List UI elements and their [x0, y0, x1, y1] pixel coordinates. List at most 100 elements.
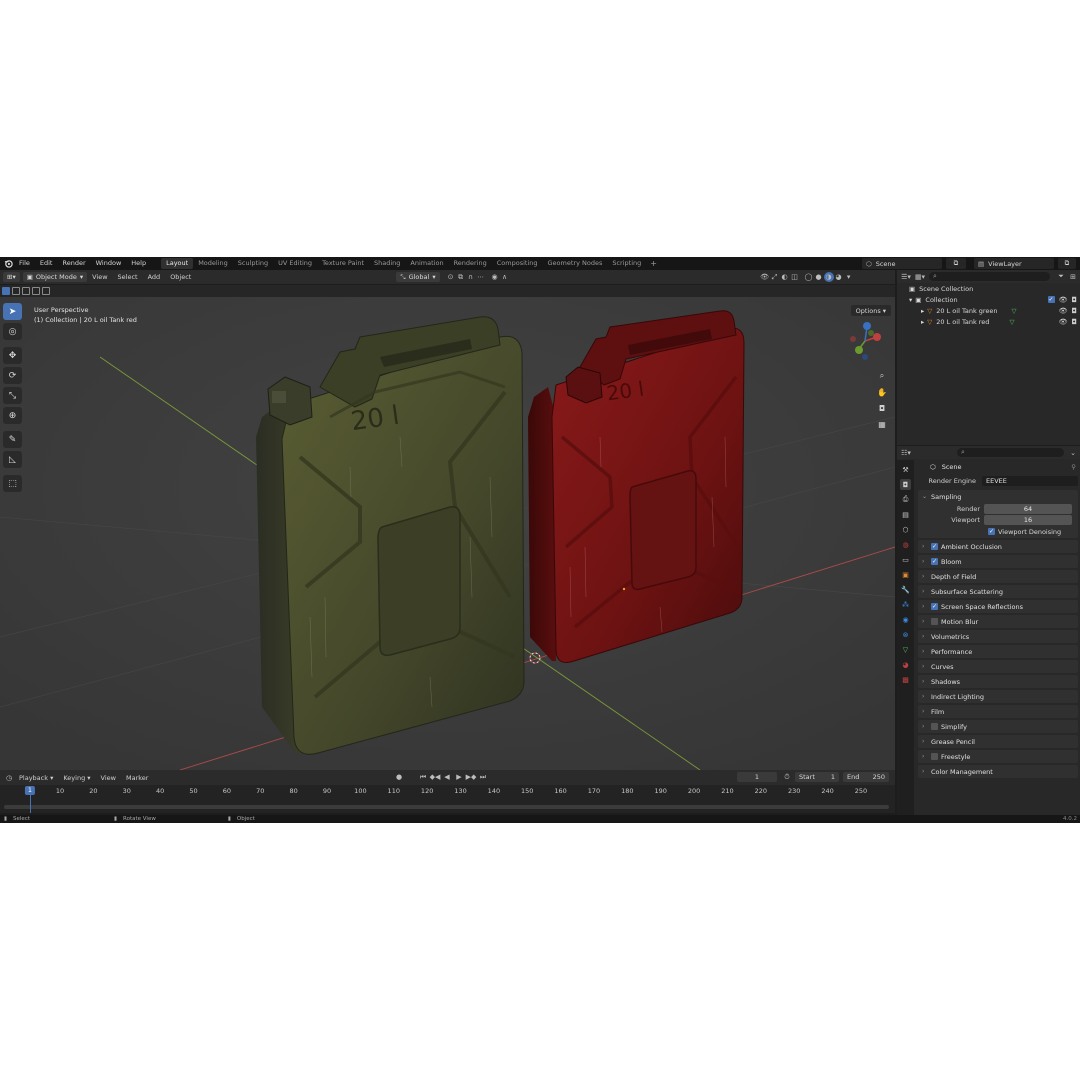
play-icon[interactable]: ▶ [454, 772, 464, 782]
navigation-gizmo[interactable] [843, 319, 887, 363]
screen-space-reflections-panel-header[interactable]: › ✓ Screen Space Reflections [918, 600, 1078, 613]
texture-tab-icon[interactable]: ▩ [900, 674, 911, 685]
record-icon[interactable]: ● [394, 772, 404, 782]
end-frame-field[interactable]: End 250 [843, 772, 889, 782]
menu-timeline-view[interactable]: View [96, 774, 121, 782]
film-panel-header[interactable]: › Film [918, 705, 1078, 718]
shading-material-icon[interactable]: ◑ [823, 272, 834, 282]
outliner-item-green-tank[interactable]: ▸ ▽ 20 L oil Tank green ▽ 👁 ◘ [897, 305, 1080, 316]
outliner-editor-icon[interactable]: ☰▾ [901, 272, 911, 282]
collection-checkbox[interactable]: ✓ [1047, 295, 1055, 303]
zoom-icon[interactable]: ⌕ [875, 369, 889, 383]
measure-tool-button[interactable]: ◺ [3, 451, 22, 468]
scene-collection-row[interactable]: ▣ Scene Collection [897, 283, 1080, 294]
subsurface-scattering-panel-header[interactable]: › Subsurface Scattering [918, 585, 1078, 598]
select-box-mode-icon[interactable] [2, 287, 10, 295]
blender-logo-icon[interactable] [2, 258, 14, 270]
camera-icon[interactable]: ◘ [1071, 307, 1077, 315]
camera-icon[interactable]: ◘ [1071, 296, 1077, 304]
constraints-tab-icon[interactable]: ⊗ [900, 629, 911, 640]
tab-compositing[interactable]: Compositing [492, 258, 543, 269]
eye-icon[interactable]: 👁 [1059, 307, 1068, 315]
xray-toggle-icon[interactable]: ◫ [790, 272, 800, 282]
options-button[interactable]: Options ▾ [850, 305, 891, 316]
scene-tab-icon[interactable]: ⬡ [900, 524, 911, 535]
3d-viewport[interactable]: 20 l 20 l User Perspective (1) Collectio… [0, 297, 895, 770]
next-keyframe-icon[interactable]: ▶◆ [466, 772, 477, 782]
eye-icon[interactable]: 👁 [1059, 318, 1068, 326]
pin-icon[interactable]: ⚲ [1071, 463, 1076, 471]
scale-tool-button[interactable]: ⤡ [3, 387, 22, 404]
screen-space-reflections-checkbox[interactable]: ✓ [931, 603, 938, 610]
select-subtract-icon[interactable] [22, 287, 30, 295]
menu-select[interactable]: Select [113, 273, 143, 281]
transform-orientation-select[interactable]: ⤡ Global ▾ [396, 272, 440, 282]
gizmo-neg-x-icon[interactable] [850, 336, 856, 342]
tab-geometry-nodes[interactable]: Geometry Nodes [543, 258, 608, 269]
tab-uv-editing[interactable]: UV Editing [273, 258, 317, 269]
freestyle-panel-header[interactable]: › Freestyle [918, 750, 1078, 763]
physics-tab-icon[interactable]: ◉ [900, 614, 911, 625]
view-layer-selector[interactable]: ▤ ViewLayer [974, 258, 1054, 269]
tab-scripting[interactable]: Scripting [607, 258, 646, 269]
snap-icon[interactable]: ⧉ [456, 272, 466, 282]
object-tab-icon[interactable]: ▣ [900, 569, 911, 580]
view-layer-tab-icon[interactable]: ▤ [900, 509, 911, 520]
gizmo-z-icon[interactable] [863, 322, 871, 330]
tab-sculpting[interactable]: Sculpting [233, 258, 273, 269]
green-jerry-can[interactable] [256, 316, 525, 755]
tab-rendering[interactable]: Rendering [449, 258, 492, 269]
camera-icon[interactable]: ◘ [1071, 318, 1077, 326]
properties-editor-icon[interactable]: ☷▾ [901, 448, 911, 458]
shading-options-icon[interactable]: ▾ [844, 272, 854, 282]
pivot-point-icon[interactable]: ⊙ [446, 272, 456, 282]
annotate-tool-button[interactable]: ✎ [3, 431, 22, 448]
simplify-panel-header[interactable]: › Simplify [918, 720, 1078, 733]
indirect-lighting-panel-header[interactable]: › Indirect Lighting [918, 690, 1078, 703]
gizmo-toggle-icon[interactable]: ⤢ [770, 272, 780, 282]
freestyle-checkbox[interactable] [931, 753, 938, 760]
timeline-ruler[interactable]: 10 20 30 40 50 60 70 80 90 100 110 120 130 140 150 160 1… [0, 785, 895, 813]
gizmo-neg-y-icon[interactable] [868, 330, 874, 336]
viewport-samples-field[interactable]: 16 [984, 514, 1072, 525]
gizmo-neg-z-icon[interactable] [862, 354, 868, 360]
move-tool-button[interactable]: ✥ [3, 347, 22, 364]
select-tool-button[interactable]: ➤ [3, 303, 22, 320]
eye-icon[interactable]: 👁 [1059, 296, 1068, 304]
menu-help[interactable]: Help [126, 257, 151, 270]
filter-icon[interactable]: ⏷ [1056, 272, 1066, 282]
scene-selector[interactable]: ⬡ Scene [862, 258, 942, 269]
falloff-icon[interactable]: ∧ [500, 272, 510, 282]
sampling-panel-header[interactable]: ⌄ Sampling [918, 490, 1078, 503]
tab-texture-paint[interactable]: Texture Paint [317, 258, 369, 269]
tab-animation[interactable]: Animation [405, 258, 448, 269]
render-tab-icon[interactable]: ◘ [900, 479, 911, 490]
current-frame-field[interactable]: 1 [737, 772, 777, 782]
tab-shading[interactable]: Shading [369, 258, 405, 269]
display-mode-icon[interactable]: ▦▾ [915, 272, 925, 282]
curves-panel-header[interactable]: › Curves [918, 660, 1078, 673]
menu-add[interactable]: Add [143, 273, 166, 281]
select-invert-icon[interactable] [32, 287, 40, 295]
play-reverse-icon[interactable]: ◀ [442, 772, 452, 782]
select-intersect-icon[interactable] [42, 287, 50, 295]
cursor-tool-button[interactable]: ◎ [3, 323, 22, 340]
bloom-panel-header[interactable]: › ✓ Bloom [918, 555, 1078, 568]
menu-view[interactable]: View [87, 273, 112, 281]
material-tab-icon[interactable]: ◕ [900, 659, 911, 670]
menu-object[interactable]: Object [165, 273, 196, 281]
motion-blur-checkbox[interactable] [931, 618, 938, 625]
motion-blur-panel-header[interactable]: › Motion Blur [918, 615, 1078, 628]
new-view-layer-button[interactable]: ⧉ [1058, 258, 1076, 269]
modifier-tab-icon[interactable]: 🔧 [900, 584, 911, 595]
ortho-grid-icon[interactable]: ▦ [875, 417, 889, 431]
ambient-occlusion-panel-header[interactable]: › ✓ Ambient Occlusion [918, 540, 1078, 553]
transform-tool-button[interactable]: ⊕ [3, 407, 22, 424]
gizmo-x-icon[interactable] [873, 333, 881, 341]
outliner-search-input[interactable]: ⌕ [929, 272, 1050, 281]
add-cube-tool-button[interactable]: ⬚ [3, 475, 22, 492]
render-engine-select[interactable]: EEVEE [982, 476, 1078, 486]
new-collection-icon[interactable]: ⊞ [1068, 272, 1078, 282]
timeline-scrollbar[interactable] [4, 805, 889, 809]
select-extend-icon[interactable] [12, 287, 20, 295]
